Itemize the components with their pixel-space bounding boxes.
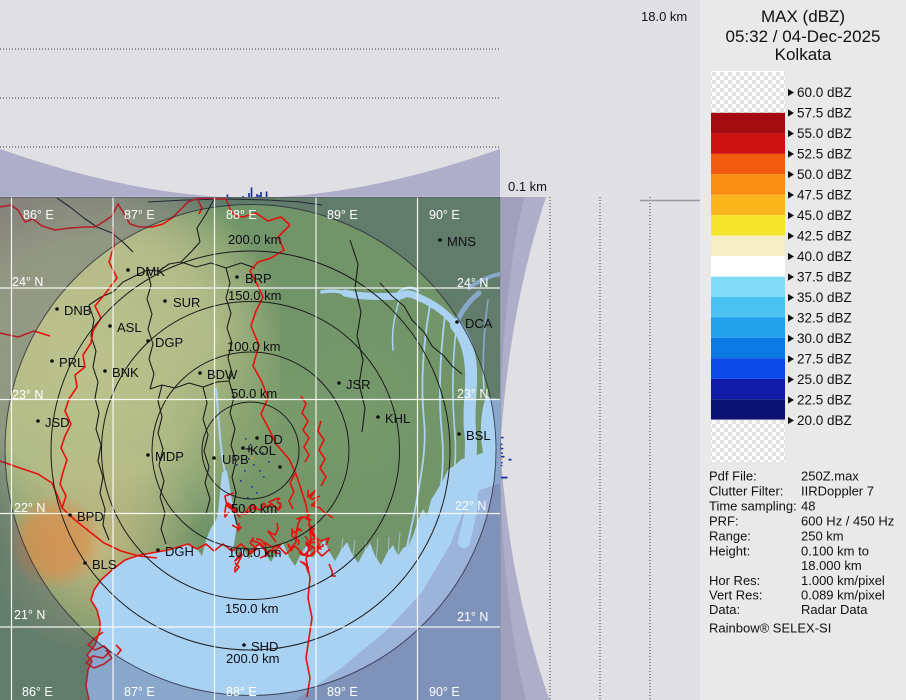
- svg-text:Rainbow® SELEX-SI: Rainbow® SELEX-SI: [709, 621, 831, 636]
- svg-text:Hor Res:: Hor Res:: [709, 573, 760, 588]
- svg-text:50.0 km: 50.0 km: [231, 501, 277, 516]
- svg-text:48: 48: [801, 499, 815, 514]
- svg-text:DNB: DNB: [64, 303, 91, 318]
- svg-text:JSD: JSD: [45, 415, 70, 430]
- svg-text:50.0 dBZ: 50.0 dBZ: [797, 167, 852, 182]
- svg-text:88° E: 88° E: [226, 685, 257, 699]
- svg-text:42.5 dBZ: 42.5 dBZ: [797, 229, 852, 244]
- svg-text:21° N: 21° N: [14, 608, 45, 622]
- svg-text:22.5 dBZ: 22.5 dBZ: [797, 393, 852, 408]
- svg-text:25.0 dBZ: 25.0 dBZ: [797, 372, 852, 387]
- svg-text:22° N: 22° N: [14, 501, 45, 515]
- svg-text:250Z.max: 250Z.max: [801, 469, 859, 484]
- svg-text:86° E: 86° E: [23, 208, 54, 222]
- svg-text:MAX (dBZ): MAX (dBZ): [761, 7, 845, 26]
- svg-text:18.0 km: 18.0 km: [641, 9, 687, 24]
- svg-text:23° N: 23° N: [12, 388, 43, 402]
- svg-text:JSR: JSR: [346, 377, 371, 392]
- svg-text:100.0 km: 100.0 km: [228, 545, 281, 560]
- svg-text:Height:: Height:: [709, 544, 750, 559]
- svg-text:40.0 dBZ: 40.0 dBZ: [797, 249, 852, 264]
- svg-text:87° E: 87° E: [124, 685, 155, 699]
- svg-text:Vert Res:: Vert Res:: [709, 588, 762, 603]
- svg-text:1.000 km/pixel: 1.000 km/pixel: [801, 573, 885, 588]
- svg-text:27.5 dBZ: 27.5 dBZ: [797, 352, 852, 367]
- svg-text:0.089 km/pixel: 0.089 km/pixel: [801, 588, 885, 603]
- svg-text:MNS: MNS: [447, 234, 476, 249]
- svg-text:KOL: KOL: [250, 443, 276, 458]
- svg-text:Range:: Range:: [709, 529, 751, 544]
- svg-text:PRF:: PRF:: [709, 514, 739, 529]
- svg-text:57.5 dBZ: 57.5 dBZ: [797, 106, 852, 121]
- svg-text:24° N: 24° N: [12, 275, 43, 289]
- svg-text:45.0 dBZ: 45.0 dBZ: [797, 208, 852, 223]
- svg-text:BPD: BPD: [77, 509, 104, 524]
- svg-text:IIRDoppler 7: IIRDoppler 7: [801, 484, 874, 499]
- svg-text:32.5 dBZ: 32.5 dBZ: [797, 311, 852, 326]
- svg-text:55.0 dBZ: 55.0 dBZ: [797, 126, 852, 141]
- svg-text:250 km: 250 km: [801, 529, 844, 544]
- svg-text:21° N: 21° N: [457, 610, 488, 624]
- svg-text:52.5 dBZ: 52.5 dBZ: [797, 147, 852, 162]
- svg-text:Data:: Data:: [709, 602, 740, 617]
- svg-text:22° N: 22° N: [455, 499, 486, 513]
- svg-text:Clutter Filter:: Clutter Filter:: [709, 484, 783, 499]
- svg-text:MDP: MDP: [155, 449, 184, 464]
- svg-text:DCA: DCA: [465, 316, 493, 331]
- svg-text:89° E: 89° E: [327, 685, 358, 699]
- svg-text:18.000 km: 18.000 km: [801, 558, 862, 573]
- svg-text:35.0 dBZ: 35.0 dBZ: [797, 290, 852, 305]
- svg-text:88° E: 88° E: [226, 208, 257, 222]
- svg-text:87° E: 87° E: [124, 208, 155, 222]
- svg-text:BSL: BSL: [466, 428, 491, 443]
- svg-text:KHL: KHL: [385, 411, 410, 426]
- svg-text:24° N: 24° N: [457, 276, 488, 290]
- svg-text:BLS: BLS: [92, 557, 117, 572]
- svg-text:SUR: SUR: [173, 295, 200, 310]
- svg-text:86° E: 86° E: [22, 685, 53, 699]
- svg-text:20.0 dBZ: 20.0 dBZ: [797, 413, 852, 428]
- svg-text:BDW: BDW: [207, 367, 238, 382]
- svg-text:50.0 km: 50.0 km: [231, 386, 277, 401]
- svg-text:PRL: PRL: [59, 355, 84, 370]
- svg-text:60.0 dBZ: 60.0 dBZ: [797, 85, 852, 100]
- svg-text:23° N: 23° N: [457, 387, 488, 401]
- svg-text:DGP: DGP: [155, 335, 183, 350]
- svg-text:90° E: 90° E: [429, 685, 460, 699]
- svg-text:BNK: BNK: [112, 365, 139, 380]
- svg-text:89° E: 89° E: [327, 208, 358, 222]
- svg-text:ASL: ASL: [117, 320, 142, 335]
- svg-text:0.1 km: 0.1 km: [508, 179, 547, 194]
- svg-text:Pdf File:: Pdf File:: [709, 469, 757, 484]
- svg-text:600 Hz / 450 Hz: 600 Hz / 450 Hz: [801, 514, 894, 529]
- svg-text:30.0 dBZ: 30.0 dBZ: [797, 331, 852, 346]
- svg-text:UPB: UPB: [222, 452, 249, 467]
- svg-text:90° E: 90° E: [429, 208, 460, 222]
- svg-text:0.100 km to: 0.100 km to: [801, 544, 869, 559]
- svg-text:DMK: DMK: [136, 264, 165, 279]
- svg-text:SHD: SHD: [251, 639, 278, 654]
- svg-text:Time sampling:: Time sampling:: [709, 499, 797, 514]
- svg-text:100.0 km: 100.0 km: [227, 339, 280, 354]
- svg-text:37.5 dBZ: 37.5 dBZ: [797, 270, 852, 285]
- svg-text:Radar Data: Radar Data: [801, 602, 868, 617]
- svg-text:Kolkata: Kolkata: [775, 45, 832, 64]
- svg-text:150.0 km: 150.0 km: [228, 288, 281, 303]
- svg-text:200.0 km: 200.0 km: [228, 232, 281, 247]
- svg-text:DGH: DGH: [165, 544, 194, 559]
- svg-text:BRP: BRP: [245, 271, 272, 286]
- svg-text:150.0 km: 150.0 km: [225, 601, 278, 616]
- svg-text:05:32 / 04-Dec-2025: 05:32 / 04-Dec-2025: [726, 27, 881, 46]
- svg-text:47.5 dBZ: 47.5 dBZ: [797, 188, 852, 203]
